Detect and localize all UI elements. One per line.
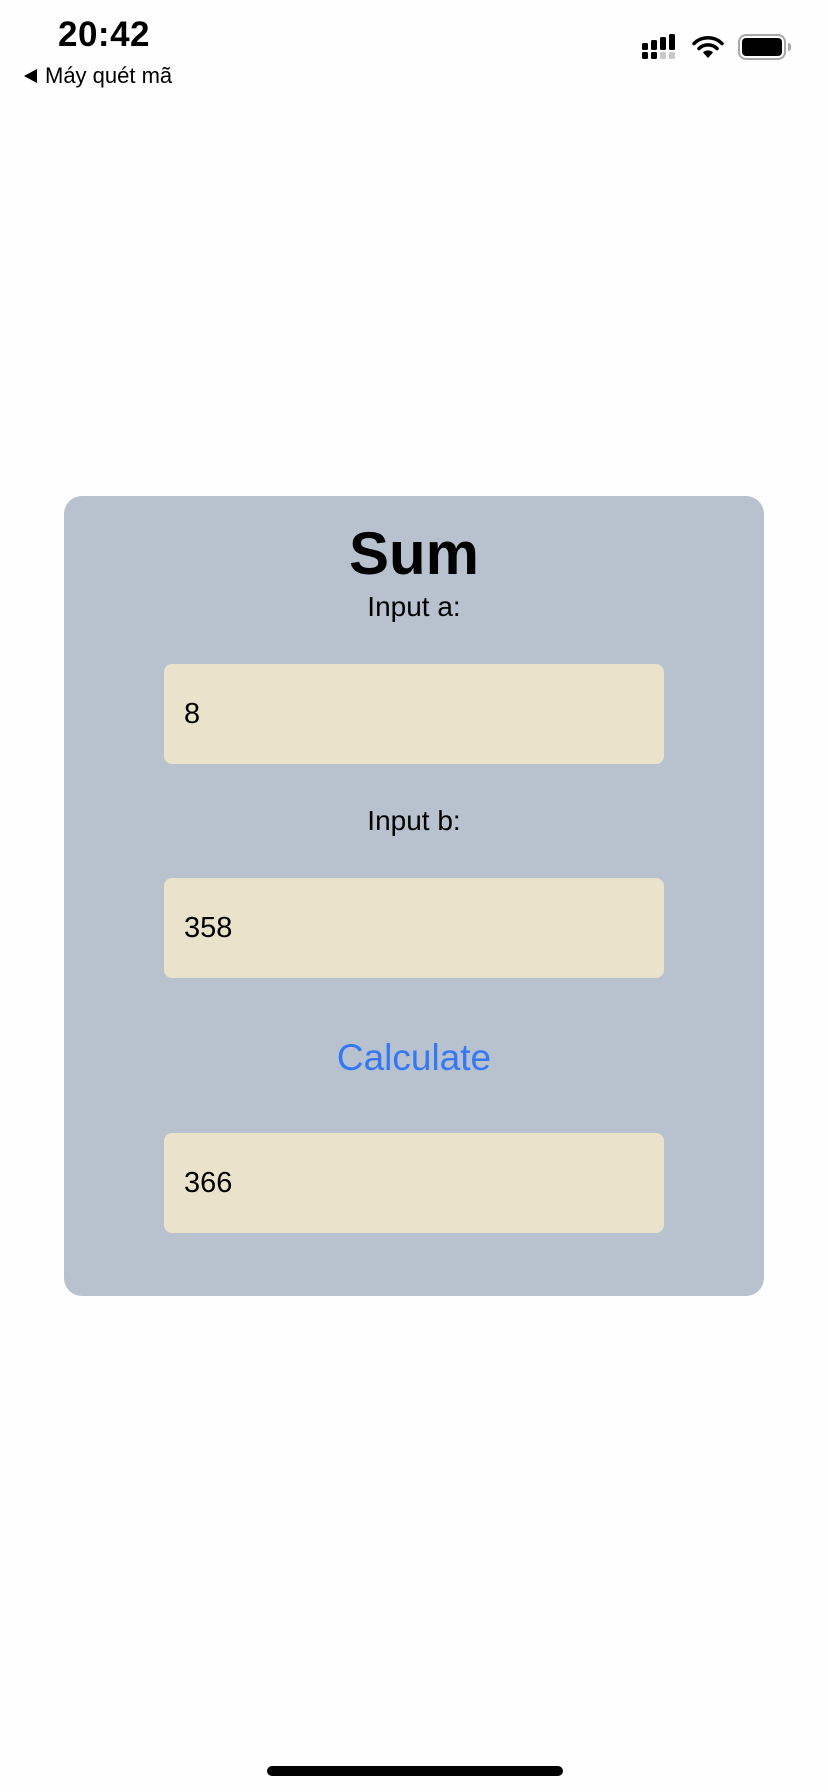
back-arrow-icon <box>24 69 37 83</box>
back-to-app-link[interactable]: Máy quét mã <box>24 62 172 90</box>
input-a-label: Input a: <box>367 591 461 622</box>
sum-card: Sum Input a: Input b: Calculate <box>64 496 764 1296</box>
result-field[interactable] <box>164 1133 664 1233</box>
input-b-label: Input b: <box>367 805 461 836</box>
back-link-label: Máy quét mã <box>45 63 173 88</box>
cellular-signal-icon <box>642 34 675 59</box>
card-title: Sum <box>348 520 480 587</box>
calculate-button[interactable]: Calculate <box>64 1036 764 1080</box>
battery-icon <box>738 34 791 60</box>
input-b-field[interactable] <box>164 878 664 978</box>
input-a-field[interactable] <box>164 664 664 764</box>
status-icons <box>642 34 792 60</box>
wifi-icon <box>692 36 724 58</box>
status-time: 20:42 <box>58 15 151 54</box>
home-indicator[interactable] <box>267 1766 563 1776</box>
